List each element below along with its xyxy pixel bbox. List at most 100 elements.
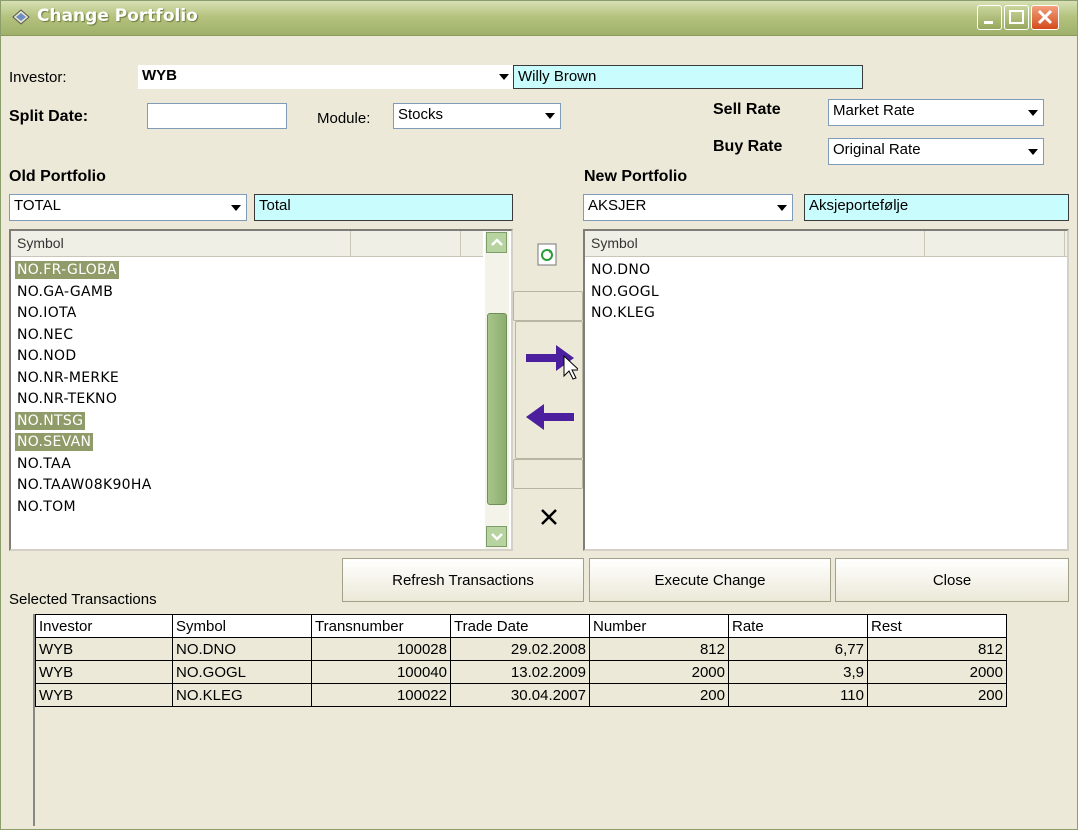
close-icon bbox=[1037, 9, 1053, 25]
split-date-label: Split Date: bbox=[9, 108, 89, 125]
table-cell: 100022 bbox=[311, 683, 451, 707]
move-separator-bottom bbox=[513, 459, 583, 489]
buy-rate-select[interactable]: Original Rate bbox=[828, 138, 1044, 165]
scroll-thumb[interactable] bbox=[487, 313, 507, 505]
maximize-icon bbox=[1009, 10, 1024, 24]
change-portfolio-window: Change Portfolio Investor: WYB Willy Bro… bbox=[0, 0, 1078, 830]
transactions-area: Investor Symbol Transnumber Trade Date Numbe… bbox=[33, 614, 1075, 826]
table-cell: WYB bbox=[35, 683, 173, 707]
split-date-input[interactable] bbox=[147, 103, 287, 129]
list-item[interactable]: NO.TOM bbox=[15, 498, 78, 516]
arrow-left-icon bbox=[526, 404, 574, 430]
execute-change-button[interactable]: Execute Change bbox=[589, 558, 831, 602]
table-row[interactable]: WYB NO.DNO 100028 29.02.2008 812 6,77 812 bbox=[35, 637, 1007, 661]
move-right-button[interactable] bbox=[522, 334, 581, 382]
table-row[interactable]: WYB NO.GOGL 100040 13.02.2009 2000 3,9 2000 bbox=[35, 660, 1007, 684]
table-cell: NO.DNO bbox=[172, 637, 312, 661]
chevron-down-icon bbox=[491, 533, 503, 541]
scroll-up-button[interactable] bbox=[486, 232, 507, 253]
list-item[interactable]: NO.DNO bbox=[589, 261, 652, 279]
table-cell: 200 bbox=[867, 683, 1007, 707]
list-item[interactable]: NO.GA-GAMB bbox=[15, 283, 115, 301]
list-item[interactable]: NO.NEC bbox=[15, 326, 75, 344]
column-header[interactable]: Rest bbox=[867, 614, 1007, 638]
refresh-list-button[interactable] bbox=[517, 233, 581, 283]
maximize-button[interactable] bbox=[1004, 5, 1029, 30]
refresh-transactions-button[interactable]: Refresh Transactions bbox=[342, 558, 584, 602]
list-item[interactable]: NO.NR-MERKE bbox=[15, 369, 121, 387]
table-cell: 13.02.2009 bbox=[450, 660, 590, 684]
old-portfolio-heading: Old Portfolio bbox=[9, 168, 106, 185]
minimize-icon bbox=[984, 21, 993, 24]
new-portfolio-name-field: Aksjeportefølje bbox=[804, 194, 1069, 221]
list-item[interactable]: NO.IOTA bbox=[15, 304, 79, 322]
table-cell: 30.04.2007 bbox=[450, 683, 590, 707]
column-header-empty[interactable] bbox=[925, 231, 1065, 256]
table-cell: 6,77 bbox=[728, 637, 868, 661]
list-item[interactable]: NO.TAAW08K90HA bbox=[15, 476, 154, 494]
old-portfolio-select[interactable]: TOTAL bbox=[9, 194, 247, 221]
module-select[interactable]: Stocks bbox=[393, 103, 561, 129]
list-item[interactable]: NO.NR-TEKNO bbox=[15, 390, 119, 408]
table-cell: 110 bbox=[728, 683, 868, 707]
buy-rate-label: Buy Rate bbox=[713, 138, 783, 155]
scroll-down-button[interactable] bbox=[486, 526, 507, 547]
sell-rate-label: Sell Rate bbox=[713, 101, 781, 118]
move-left-button[interactable] bbox=[522, 397, 578, 437]
list-item[interactable]: NO.TAA bbox=[15, 455, 73, 473]
investor-name-field: Willy Brown bbox=[513, 65, 863, 89]
remove-button[interactable] bbox=[517, 489, 581, 549]
table-cell: 29.02.2008 bbox=[450, 637, 590, 661]
table-cell: NO.GOGL bbox=[172, 660, 312, 684]
column-header[interactable]: Trade Date bbox=[450, 614, 590, 638]
new-portfolio-list[interactable]: Symbol NO.DNO NO.GOGL NO.KLEG bbox=[583, 229, 1069, 551]
list-item[interactable]: NO.KLEG bbox=[589, 304, 657, 322]
close-window-button[interactable] bbox=[1031, 5, 1059, 30]
column-header[interactable]: Investor bbox=[35, 614, 173, 638]
investor-select[interactable]: WYB bbox=[138, 65, 514, 89]
new-portfolio-select[interactable]: AKSJER bbox=[583, 194, 793, 221]
symbol-column-header[interactable]: Symbol bbox=[11, 231, 351, 256]
module-value: Stocks bbox=[398, 106, 444, 123]
table-cell: 3,9 bbox=[728, 660, 868, 684]
table-cell: WYB bbox=[35, 637, 173, 661]
transactions-table[interactable]: Investor Symbol Transnumber Trade Date Numbe… bbox=[35, 614, 1007, 707]
chevron-down-icon[interactable] bbox=[495, 66, 513, 88]
buy-rate-value: Original Rate bbox=[833, 141, 921, 158]
old-portfolio-name: Total bbox=[259, 197, 291, 214]
move-buttons-group bbox=[515, 321, 583, 459]
scrollbar[interactable] bbox=[485, 231, 509, 549]
list-item[interactable]: NO.NTSG bbox=[15, 411, 86, 430]
selected-transactions-label: Selected Transactions bbox=[9, 591, 157, 608]
investor-code: WYB bbox=[142, 67, 177, 84]
close-button[interactable]: Close bbox=[835, 558, 1069, 602]
symbol-column-header[interactable]: Symbol bbox=[585, 231, 925, 256]
old-portfolio-code: TOTAL bbox=[14, 197, 61, 214]
list-item[interactable]: NO.NOD bbox=[15, 347, 78, 365]
chevron-down-icon[interactable] bbox=[1024, 140, 1042, 163]
chevron-down-icon[interactable] bbox=[773, 196, 791, 219]
list-item[interactable]: NO.FR-GLOBA bbox=[15, 261, 119, 279]
window-title: Change Portfolio bbox=[37, 6, 198, 26]
table-row[interactable]: WYB NO.KLEG 100022 30.04.2007 200 110 200 bbox=[35, 683, 1007, 707]
old-portfolio-name-field: Total bbox=[254, 194, 513, 221]
title-bar[interactable]: Change Portfolio bbox=[1, 1, 1077, 36]
table-cell: 200 bbox=[589, 683, 729, 707]
table-cell: 812 bbox=[867, 637, 1007, 661]
column-header[interactable]: Rate bbox=[728, 614, 868, 638]
sell-rate-select[interactable]: Market Rate bbox=[828, 99, 1044, 126]
column-header[interactable]: Number bbox=[589, 614, 729, 638]
column-header[interactable]: Symbol bbox=[172, 614, 312, 638]
list-item[interactable]: NO.GOGL bbox=[589, 283, 661, 301]
table-cell: 2000 bbox=[589, 660, 729, 684]
old-portfolio-list[interactable]: Symbol NO.FR-GLOBA NO.GA-GAMB NO.IOTA NO.NE… bbox=[9, 229, 513, 551]
chevron-down-icon[interactable] bbox=[541, 105, 559, 127]
column-header[interactable]: Transnumber bbox=[311, 614, 451, 638]
table-cell: WYB bbox=[35, 660, 173, 684]
chevron-down-icon[interactable] bbox=[1024, 101, 1042, 124]
chevron-down-icon[interactable] bbox=[227, 196, 245, 219]
minimize-button[interactable] bbox=[977, 5, 1002, 30]
column-header-empty[interactable] bbox=[351, 231, 461, 256]
list-item[interactable]: NO.SEVAN bbox=[15, 433, 94, 451]
chevron-up-icon bbox=[491, 238, 503, 246]
